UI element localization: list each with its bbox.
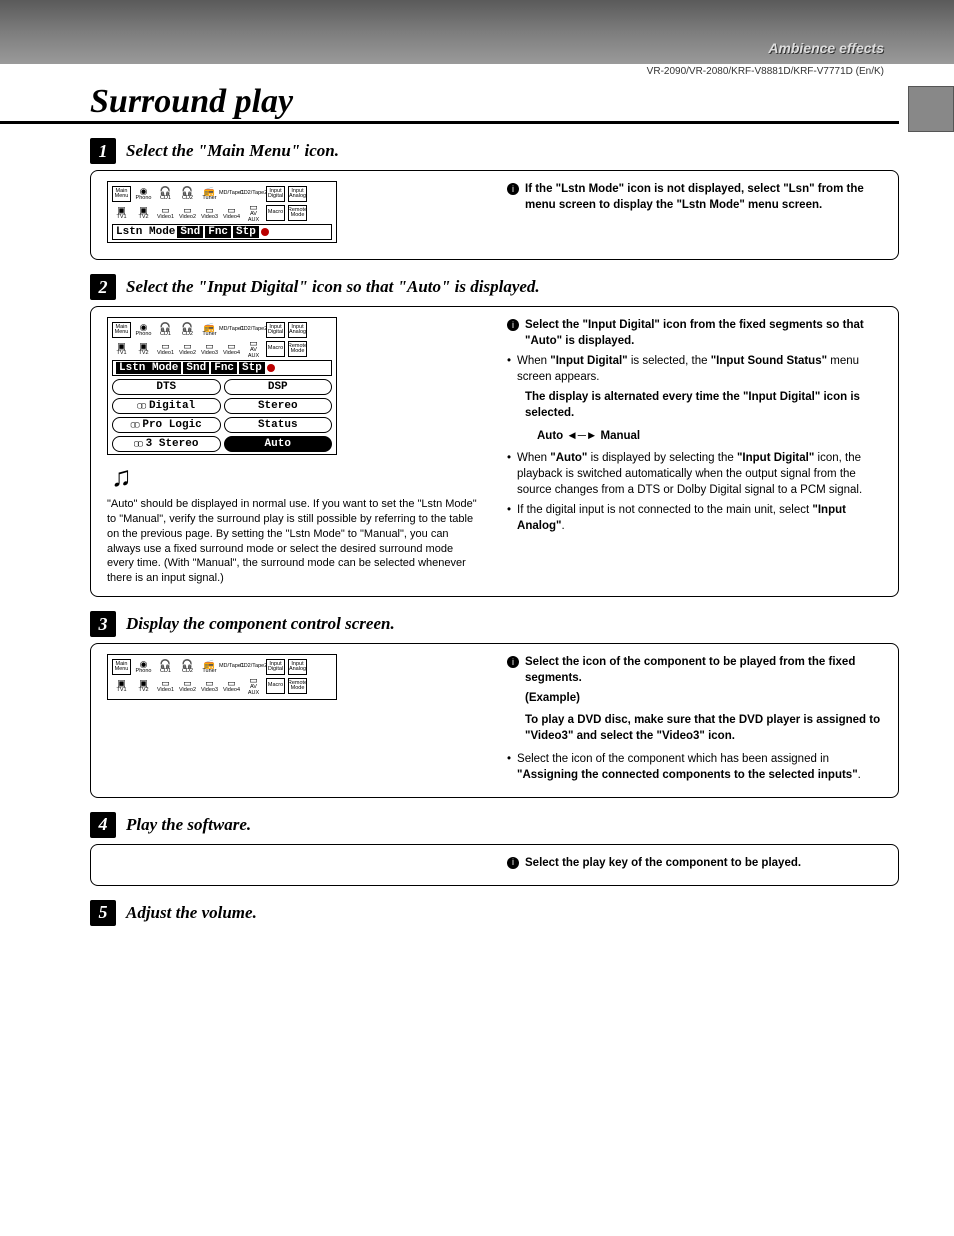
text: Select the "Input Digital" icon from the… [525, 317, 882, 349]
step-title: Select the "Main Menu" icon. [126, 141, 339, 161]
icon-tv2: ▣TV2 [134, 205, 153, 221]
step-title: Adjust the volume. [126, 903, 257, 923]
icon-avaux: ▭AV AUX [244, 205, 263, 221]
icon-cd2: 🎧CD2 [178, 186, 197, 202]
icon-input-analog: Input Analog [288, 186, 307, 202]
text: The display is alternated every time the… [525, 389, 882, 421]
bullet-icon: i [507, 857, 519, 869]
text: Select the play key of the component to … [525, 855, 801, 871]
option-grid: DTS DSP ▢▢Digital Stereo ▢▢Pro Logic Sta… [112, 379, 332, 452]
music-note-icon: ♫ [111, 461, 477, 493]
icon-md: MD/Tape1 [222, 186, 241, 202]
side-tab [908, 86, 954, 132]
step-1-tip: If the "Lstn Mode" icon is not displayed… [525, 181, 882, 213]
menu-bar: Lstn Mode Snd Fnc Stp [112, 224, 332, 240]
step-title: Select the "Input Digital" icon so that … [126, 277, 540, 297]
icon-tuner: 📻Tuner [200, 186, 219, 202]
step-2-right: i Select the "Input Digital" icon from t… [507, 317, 882, 586]
osd-panel-2: Main Menu ◉Phono 🎧CD1 🎧CD2 📻Tuner MD/Tap… [107, 317, 337, 455]
opt-prologic: ▢▢Pro Logic [112, 417, 221, 433]
step-3-box: Main Menu ◉Phono 🎧CD1 🎧CD2 📻Tuner MD/Tap… [90, 643, 899, 798]
opt-auto: Auto [224, 436, 333, 452]
step-number: 5 [90, 900, 116, 926]
example-text: To play a DVD disc, make sure that the D… [525, 712, 882, 744]
osd-panel-3: Main Menu ◉Phono 🎧CD1 🎧CD2 📻Tuner MD/Tap… [107, 654, 337, 700]
osd-panel: Main Menu ◉Phono 🎧CD1 🎧CD2 📻Tuner MD/Tap… [107, 181, 337, 243]
icon-remote-mode: Remote Mode [288, 205, 307, 221]
opt-3stereo: ▢▢3 Stereo [112, 436, 221, 452]
icon-video1: ▭Video1 [156, 205, 175, 221]
step-1-header: 1 Select the "Main Menu" icon. [90, 138, 899, 164]
text: Select the icon of the component to be p… [525, 654, 882, 686]
icon-macro: Macro [266, 205, 285, 221]
rec-dot-icon [267, 364, 275, 372]
step-4-header: 4 Play the software. [90, 812, 899, 838]
bullet-icon: i [507, 656, 519, 668]
dot-icon: • [507, 353, 511, 385]
step-1-box: Main Menu ◉Phono 🎧CD1 🎧CD2 📻Tuner MD/Tap… [90, 170, 899, 260]
step-3-left: Main Menu ◉Phono 🎧CD1 🎧CD2 📻Tuner MD/Tap… [107, 654, 477, 787]
step-number: 4 [90, 812, 116, 838]
bullet-icon: i [507, 183, 519, 195]
header-band: Ambience effects [0, 0, 954, 64]
icon-main-menu: Main Menu [112, 186, 131, 202]
icon-tape2: CD2/Tape2 [244, 186, 263, 202]
opt-status: Status [224, 417, 333, 433]
text: When "Auto" is displayed by selecting th… [517, 450, 882, 498]
text: Select the icon of the component which h… [517, 751, 882, 783]
icon-row-1: Main Menu ◉Phono 🎧CD1 🎧CD2 📻Tuner MD/Tap… [112, 186, 332, 202]
step-2-header: 2 Select the "Input Digital" icon so tha… [90, 274, 899, 300]
step-number: 2 [90, 274, 116, 300]
opt-digital: ▢▢Digital [112, 398, 221, 414]
step-2-left: Main Menu ◉Phono 🎧CD1 🎧CD2 📻Tuner MD/Tap… [107, 317, 477, 586]
model-line: VR-2090/VR-2080/KRF-V8881D/KRF-V7771D (E… [0, 64, 954, 77]
step-3-header: 3 Display the component control screen. [90, 611, 899, 637]
icon-video4: ▭Video4 [222, 205, 241, 221]
step-5-header: 5 Adjust the volume. [90, 900, 899, 926]
step-2-box: Main Menu ◉Phono 🎧CD1 🎧CD2 📻Tuner MD/Tap… [90, 306, 899, 597]
step-3-right: i Select the icon of the component to be… [507, 654, 882, 787]
page-title: Surround play [0, 77, 899, 124]
icon-cd1: 🎧CD1 [156, 186, 175, 202]
header-section-label: Ambience effects [768, 40, 884, 56]
text: If the digital input is not connected to… [517, 502, 882, 534]
step-title: Play the software. [126, 815, 251, 835]
opt-stereo: Stereo [224, 398, 333, 414]
icon-row-2: ▣TV1 ▣TV2 ▭Video1 ▭Video2 ▭Video3 ▭Video… [112, 205, 332, 221]
menu-bar-2: Lstn Mode Snd Fnc Stp [112, 360, 332, 376]
bullet-icon: i [507, 319, 519, 331]
opt-dsp: DSP [224, 379, 333, 395]
step-4-box: i Select the play key of the component t… [90, 844, 899, 886]
step-2-note: "Auto" should be displayed in normal use… [107, 497, 477, 586]
icon-tv1: ▣TV1 [112, 205, 131, 221]
step-1-right: i If the "Lstn Mode" icon is not display… [507, 181, 882, 249]
content: 1 Select the "Main Menu" icon. Main Menu… [0, 138, 954, 926]
text: When "Input Digital" is selected, the "I… [517, 353, 882, 385]
example-label: (Example) [525, 690, 882, 706]
icon-video2: ▭Video2 [178, 205, 197, 221]
icon-video3: ▭Video3 [200, 205, 219, 221]
icon-phono: ◉Phono [134, 186, 153, 202]
auto-manual-arrow: Auto ◄─► Manual [537, 428, 882, 444]
step-1-left: Main Menu ◉Phono 🎧CD1 🎧CD2 📻Tuner MD/Tap… [107, 181, 477, 249]
step-4-right: i Select the play key of the component t… [507, 855, 882, 875]
rec-dot-icon [261, 228, 269, 236]
icon-input-digital: Input Digital [266, 186, 285, 202]
manual-page: Ambience effects VR-2090/VR-2080/KRF-V88… [0, 0, 954, 972]
step-title: Display the component control screen. [126, 614, 395, 634]
step-number: 3 [90, 611, 116, 637]
opt-dts: DTS [112, 379, 221, 395]
step-number: 1 [90, 138, 116, 164]
